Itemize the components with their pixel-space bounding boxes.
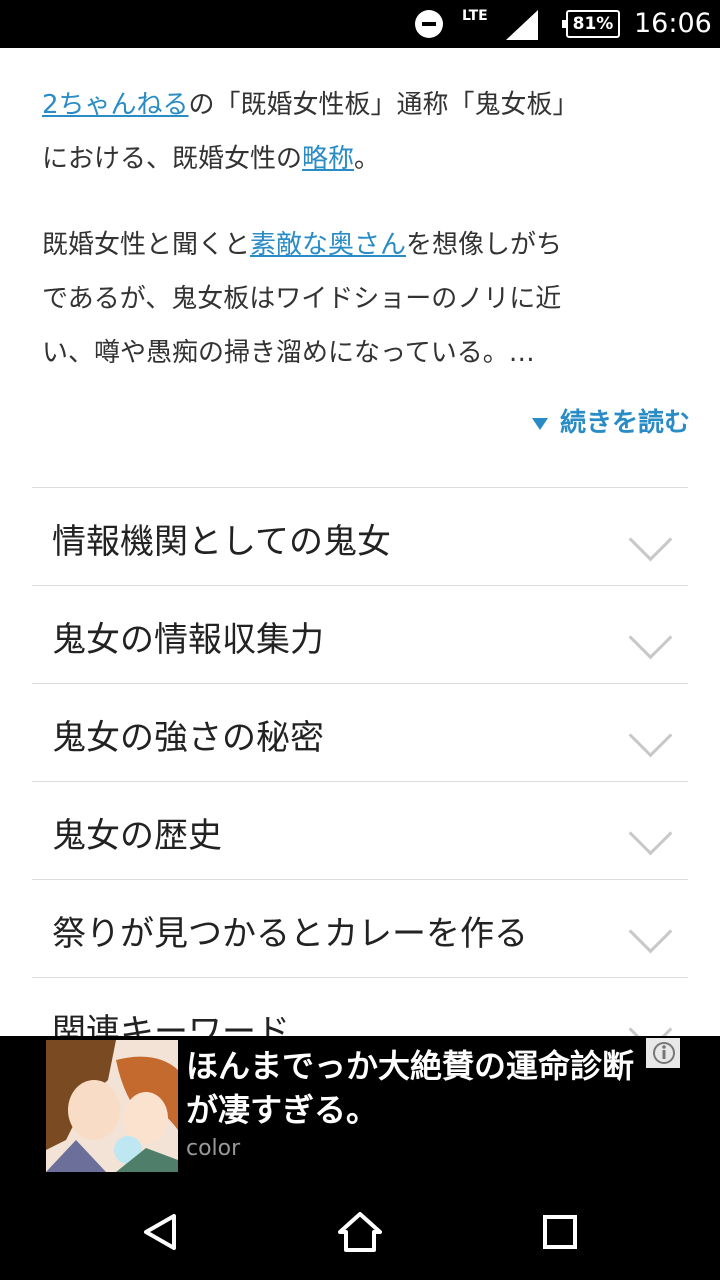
- accordion-item[interactable]: 鬼女の情報収集力: [32, 585, 688, 683]
- ad-thumbnail[interactable]: [46, 1040, 178, 1172]
- signal-icon: [506, 10, 538, 40]
- chevron-down-icon: [628, 909, 673, 954]
- ad-choices-icon[interactable]: [646, 1038, 680, 1068]
- accordion-label: 関連キーワード: [52, 1012, 290, 1036]
- text: の「既婚女性板」通称「鬼女板」: [188, 90, 579, 120]
- ad-source: color: [186, 1136, 241, 1161]
- text: 既婚女性と聞くと: [42, 230, 251, 260]
- text: であるが、鬼女板はワイドショーのノリに近: [42, 284, 562, 314]
- clock: 16:06: [634, 8, 712, 39]
- do-not-disturb-icon: [415, 10, 443, 38]
- link-nice-wife[interactable]: 素敵な奥さん: [250, 230, 406, 260]
- summary-paragraph: 既婚女性と聞くと素敵な奥さんを想像しがち であるが、鬼女板はワイドショーのノリに…: [42, 218, 682, 380]
- ad-headline[interactable]: ほんまでっか大絶賛の運命診断が凄すぎる。: [186, 1044, 636, 1132]
- section-accordion: 情報機関としての鬼女 鬼女の情報収集力 鬼女の強さの秘密 鬼女の歴史 祭りが見つ…: [32, 487, 688, 1036]
- accordion-item[interactable]: 関連キーワード: [32, 977, 688, 1036]
- accordion-label: 鬼女の強さの秘密: [52, 718, 324, 758]
- text: における、既婚女性の: [42, 144, 303, 174]
- accordion-item[interactable]: 鬼女の強さの秘密: [32, 683, 688, 781]
- accordion-item[interactable]: 情報機関としての鬼女: [32, 487, 688, 585]
- intro-paragraph: 2ちゃんねるの「既婚女性板」通称「鬼女板」 における、既婚女性の略称。: [42, 78, 682, 186]
- link-abbreviation[interactable]: 略称: [302, 144, 354, 174]
- article-content: 2ちゃんねるの「既婚女性板」通称「鬼女板」 における、既婚女性の略称。 既婚女性…: [0, 48, 720, 1036]
- text: い、噂や愚痴の掃き溜めになっている。…: [42, 338, 535, 368]
- battery-icon: 81%: [562, 10, 620, 38]
- accordion-label: 情報機関としての鬼女: [52, 522, 391, 562]
- chevron-down-icon: [628, 1007, 673, 1036]
- accordion-label: 鬼女の情報収集力: [52, 620, 324, 660]
- chevron-down-icon: [628, 713, 673, 758]
- ad-illustration: [46, 1040, 178, 1172]
- text: 。: [354, 144, 381, 174]
- home-icon[interactable]: [336, 1208, 384, 1256]
- recents-icon[interactable]: [536, 1208, 584, 1256]
- link-2channel[interactable]: 2ちゃんねる: [42, 90, 189, 120]
- chevron-down-icon: [628, 517, 673, 562]
- text: を想像しがち: [406, 230, 563, 260]
- chevron-down-icon: [628, 615, 673, 660]
- network-type: LTE: [462, 8, 488, 24]
- read-more-button[interactable]: 続きを読む: [531, 402, 690, 439]
- accordion-item[interactable]: 鬼女の歴史: [32, 781, 688, 879]
- triangle-down-icon: [531, 417, 548, 430]
- navigation-bar: [0, 1180, 720, 1280]
- read-more-label: 続きを読む: [559, 408, 690, 438]
- accordion-label: 鬼女の歴史: [52, 816, 222, 856]
- battery-level: 81%: [572, 14, 614, 34]
- status-bar: LTE 81% 16:06: [0, 0, 720, 48]
- chevron-down-icon: [628, 811, 673, 856]
- accordion-item[interactable]: 祭りが見つかるとカレーを作る: [32, 879, 688, 977]
- ad-banner[interactable]: ほんまでっか大絶賛の運命診断が凄すぎる。 color: [0, 1036, 720, 1180]
- accordion-label: 祭りが見つかるとカレーを作る: [52, 914, 528, 954]
- back-icon[interactable]: [136, 1208, 184, 1256]
